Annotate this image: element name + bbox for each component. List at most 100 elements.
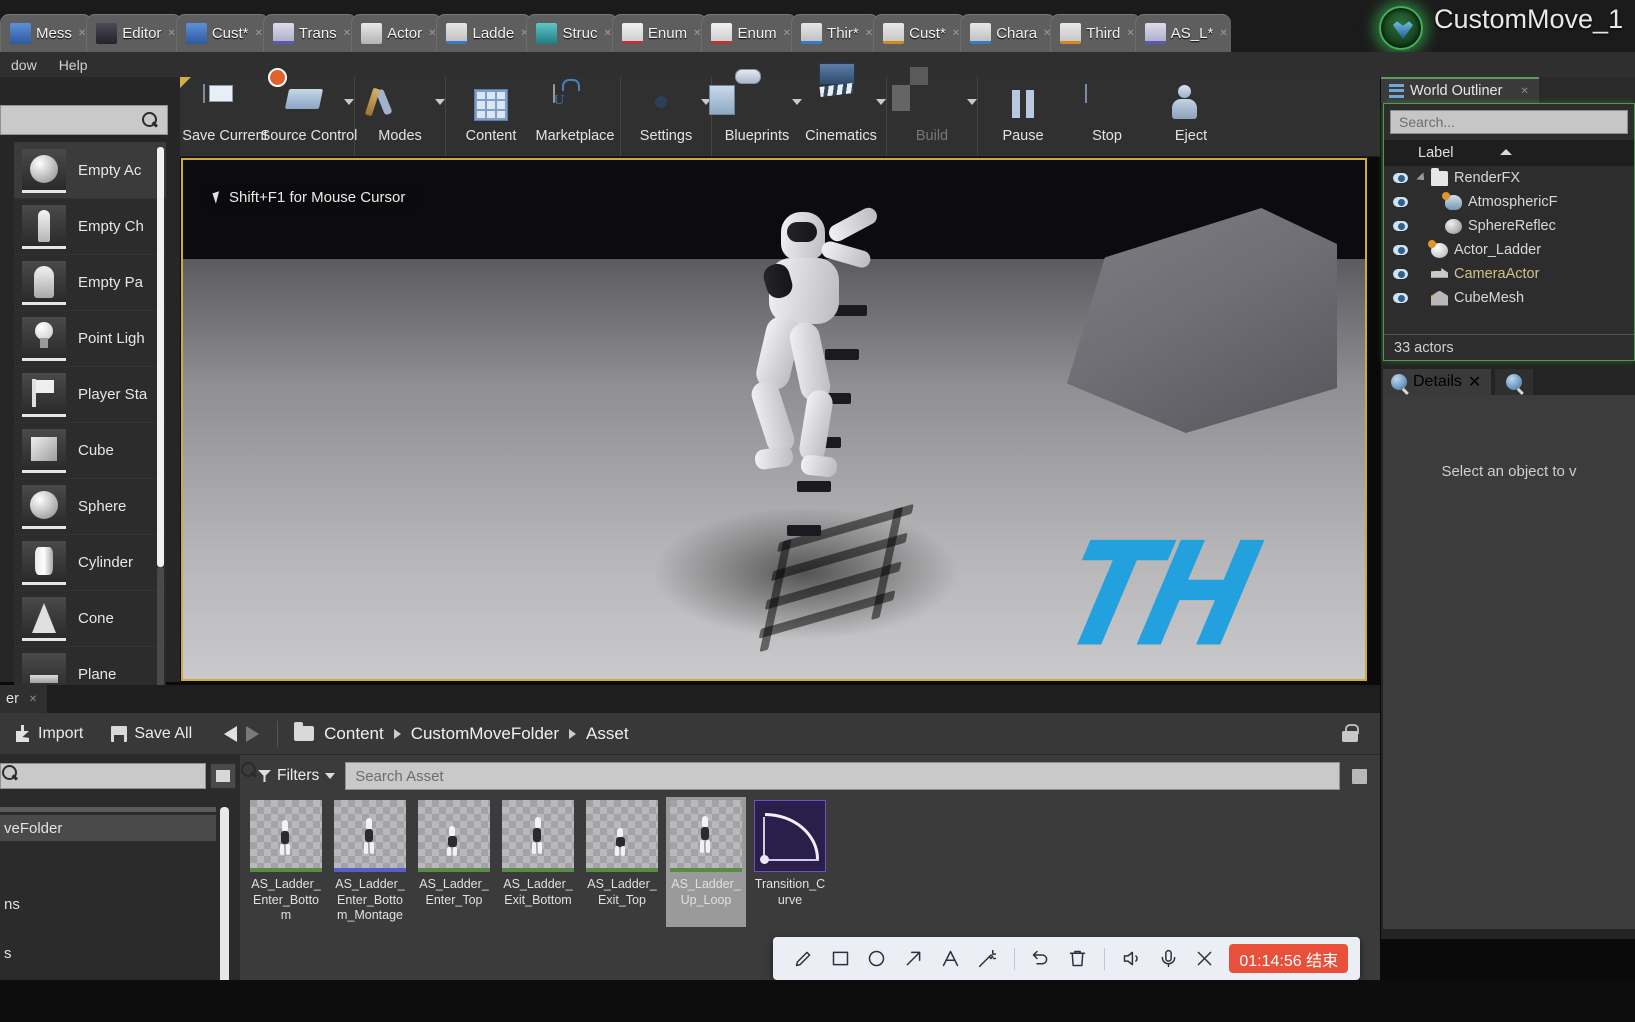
visibility-eye-icon[interactable] [1392, 244, 1409, 256]
text-icon[interactable] [934, 942, 967, 976]
outliner-search-input[interactable]: Search... [1390, 110, 1628, 134]
chevron-down-icon[interactable] [967, 99, 977, 108]
content-button[interactable]: Content [449, 77, 533, 144]
marketplace-button[interactable]: Marketplace [533, 77, 617, 144]
arrow-icon[interactable] [897, 942, 930, 976]
editor-tab-8[interactable]: Enum ✕ [701, 14, 798, 52]
tab-world-settings[interactable] [1495, 369, 1534, 395]
editor-tab-11[interactable]: Chara ✕ [960, 14, 1057, 52]
close-icon[interactable]: ✕ [255, 28, 263, 39]
pause-button[interactable]: Pause [981, 77, 1065, 144]
asset-item-1[interactable]: AS_Ladder_Enter_Bottom_Montage [330, 797, 410, 927]
circle-icon[interactable] [861, 942, 894, 976]
outliner-row-cubemesh[interactable]: CubeMesh [1384, 286, 1634, 310]
source-item-0[interactable]: veFolder [0, 815, 216, 841]
source-item-2[interactable]: s [0, 940, 12, 966]
source-control-button[interactable]: Source Control [261, 77, 358, 144]
outliner-row-actor_ladder[interactable]: Actor_Ladder [1384, 238, 1634, 262]
editor-tab-7[interactable]: Enum ✕ [611, 14, 708, 52]
close-icon[interactable]: ✕ [78, 28, 86, 39]
settings-button[interactable]: Settings [624, 77, 708, 144]
trash-icon[interactable] [1061, 942, 1094, 976]
editor-tab-3[interactable]: Trans ✕ [262, 14, 358, 52]
modes-button[interactable]: Modes [358, 77, 442, 144]
close-icon[interactable]: ✕ [865, 28, 873, 39]
editor-tab-1[interactable]: Editor ✕ [86, 14, 182, 52]
speaker-icon[interactable] [1115, 942, 1148, 976]
arrow-left-icon[interactable] [224, 725, 238, 742]
import-button[interactable]: Import [0, 713, 97, 755]
place-actors-list[interactable]: Empty Ac Empty Ch Empty Pa Point Ligh Player… [14, 142, 166, 742]
asset-item-0[interactable]: AS_Ladder_Enter_Bottom [246, 797, 326, 927]
recording-timer[interactable]: 01:14:56 结束 [1229, 944, 1349, 973]
place-item-empty-pa[interactable]: Empty Pa [14, 255, 166, 311]
asset-save-button[interactable] [1346, 762, 1372, 790]
annotation-toolbar[interactable]: 01:14:56 结束 [773, 937, 1360, 980]
outliner-row-cameraactor[interactable]: CameraActor [1384, 262, 1634, 286]
place-item-cylinder[interactable]: Cylinder [14, 535, 166, 591]
close-icon[interactable]: ✕ [783, 28, 791, 39]
breadcrumb-item-1[interactable]: CustomMoveFolder [411, 724, 559, 744]
sources-scrollbar[interactable] [220, 807, 229, 987]
place-item-empty-ac[interactable]: Empty Ac [14, 143, 166, 199]
chevron-down-icon[interactable] [344, 99, 354, 108]
microphone-icon[interactable] [1152, 942, 1185, 976]
close-icon[interactable]: ✕ [1520, 86, 1528, 97]
editor-tab-4[interactable]: Actor ✕ [351, 14, 443, 52]
tab-details[interactable]: Details ✕ [1383, 369, 1492, 395]
asset-item-3[interactable]: AS_Ladder_Exit_Bottom [498, 797, 578, 927]
asset-grid[interactable]: AS_Ladder_Enter_Bottom AS_Ladder_Enter_Bo… [246, 797, 830, 927]
source-item-1[interactable]: ns [0, 891, 20, 917]
close-icon[interactable]: ✕ [693, 28, 701, 39]
breadcrumb-item-2[interactable]: Asset [586, 724, 629, 744]
outliner-row-renderfx[interactable]: RenderFX [1384, 166, 1634, 190]
close-icon[interactable]: ✕ [428, 28, 436, 39]
place-item-point-ligh[interactable]: Point Ligh [14, 311, 166, 367]
place-item-sphere[interactable]: Sphere [14, 479, 166, 535]
visibility-eye-icon[interactable] [1392, 172, 1409, 184]
filters-button[interactable]: Filters [248, 762, 345, 790]
visibility-eye-icon[interactable] [1392, 220, 1409, 232]
tab-world-outliner[interactable]: World Outliner ✕ [1381, 77, 1539, 103]
asset-item-4[interactable]: AS_Ladder_Exit_Top [582, 797, 662, 927]
outliner-row-spherereflec[interactable]: SphereReflec [1384, 214, 1634, 238]
visibility-eye-icon[interactable] [1392, 196, 1409, 208]
editor-tab-13[interactable]: AS_L* ✕ [1134, 14, 1231, 52]
close-icon[interactable] [1189, 942, 1222, 976]
square-icon[interactable] [824, 942, 857, 976]
close-icon[interactable]: ✕ [1126, 28, 1134, 39]
place-item-player-sta[interactable]: Player Sta [14, 367, 166, 423]
editor-tab-12[interactable]: Third ✕ [1050, 14, 1141, 52]
place-search-input[interactable] [0, 105, 168, 135]
expand-triangle-icon[interactable] [1416, 172, 1428, 184]
pencil-icon[interactable] [787, 942, 820, 976]
sources-view-options-button[interactable] [210, 763, 236, 789]
character-mannequin[interactable] [739, 204, 929, 562]
close-icon[interactable]: ✕ [29, 694, 37, 705]
undo-icon[interactable] [1025, 942, 1058, 976]
visibility-eye-icon[interactable] [1392, 292, 1409, 304]
tab-content-browser[interactable]: er ✕ [0, 685, 48, 713]
asset-item-6[interactable]: Transition_Curve [750, 797, 830, 927]
magic-wand-icon[interactable] [971, 942, 1004, 976]
editor-tab-5[interactable]: Ladde ✕ [436, 14, 533, 52]
menu-item-0[interactable]: dow [0, 57, 48, 73]
close-icon[interactable]: ✕ [952, 28, 960, 39]
menu-item-1[interactable]: Help [48, 57, 99, 73]
save-current-button[interactable]: Save Current [182, 77, 268, 144]
place-item-cube[interactable]: Cube [14, 423, 166, 479]
eject-button[interactable]: Eject [1149, 77, 1233, 144]
outliner-row-atmosphericf[interactable]: AtmosphericF [1384, 190, 1634, 214]
place-item-cone[interactable]: Cone [14, 591, 166, 647]
cinematics-button[interactable]: Cinematics [799, 77, 883, 144]
close-icon[interactable]: ✕ [1468, 372, 1481, 392]
asset-item-5[interactable]: AS_Ladder_Up_Loop [666, 797, 746, 927]
editor-tab-6[interactable]: Struc ✕ [526, 14, 618, 52]
editor-tab-10[interactable]: Cust* ✕ [873, 14, 967, 52]
arrow-right-icon[interactable] [246, 725, 260, 742]
editor-tab-9[interactable]: Thir* ✕ [791, 14, 880, 52]
breadcrumb-item-0[interactable]: Content [324, 724, 384, 744]
outliner-column-header[interactable]: Label [1384, 140, 1634, 166]
lock-icon[interactable] [1342, 724, 1359, 742]
place-item-empty-ch[interactable]: Empty Ch [14, 199, 166, 255]
